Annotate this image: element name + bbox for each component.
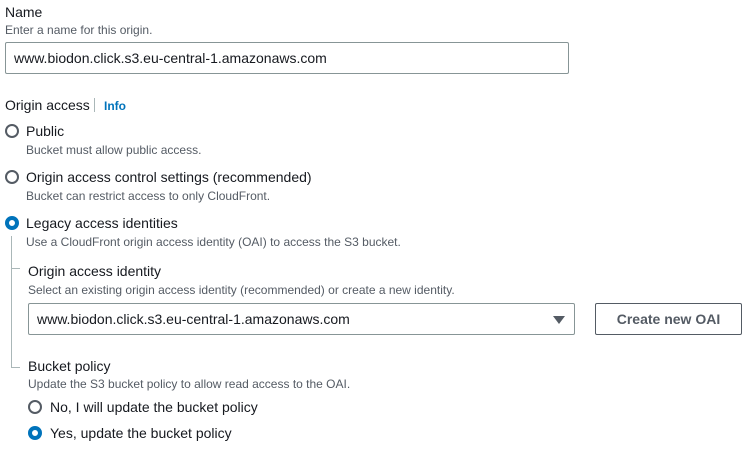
radio-public[interactable] [5,124,19,138]
oai-select[interactable]: www.biodon.click.s3.eu-central-1.amazona… [28,303,575,335]
option-yes-update-label[interactable]: Yes, update the bucket policy [50,424,232,442]
option-oac-label[interactable]: Origin access control settings (recommen… [26,168,312,186]
origin-name-input[interactable]: www.biodon.click.s3.eu-central-1.amazona… [5,42,569,74]
option-oac-description: Bucket can restrict access to only Cloud… [26,189,271,203]
origin-access-label: Origin access [5,97,90,113]
bucket-policy-description: Update the S3 bucket policy to allow rea… [28,377,351,391]
bucket-policy-label: Bucket policy [28,358,111,374]
create-new-oai-button[interactable]: Create new OAI [595,303,742,335]
radio-legacy-access-identities[interactable] [5,216,19,230]
radio-yes-update-policy[interactable] [28,426,42,440]
info-link[interactable]: Info [104,98,126,114]
tree-branch-oai [11,268,20,269]
radio-origin-access-control[interactable] [5,170,19,184]
caret-down-icon [553,316,565,324]
radio-no-update-policy[interactable] [28,400,42,414]
name-label: Name [5,4,43,20]
option-legacy-label[interactable]: Legacy access identities [26,214,178,232]
oai-select-value: www.biodon.click.s3.eu-central-1.amazona… [37,311,350,327]
tree-branch-bucket-policy [11,367,20,368]
option-public-description: Bucket must allow public access. [26,143,202,157]
label-separator [94,98,95,112]
option-public-label[interactable]: Public [26,122,64,140]
tree-vertical-line [11,236,12,368]
oai-description: Select an existing origin access identit… [28,283,455,297]
option-no-update-label[interactable]: No, I will update the bucket policy [50,398,258,416]
option-legacy-description: Use a CloudFront origin access identity … [26,235,401,249]
name-description: Enter a name for this origin. [5,23,153,37]
oai-label: Origin access identity [28,263,162,279]
